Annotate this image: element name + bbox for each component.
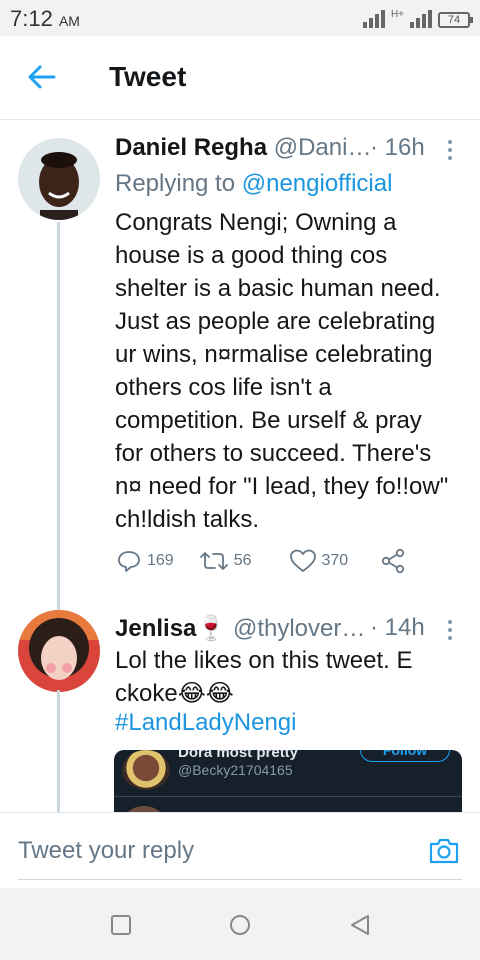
tweet-text: Lol the likes on this tweet. E ckoke😂😂 [115, 647, 413, 707]
avatar[interactable] [18, 138, 100, 220]
more-vertical-icon[interactable] [446, 140, 454, 162]
triangle-back-icon[interactable] [349, 914, 371, 936]
reply-icon [118, 551, 140, 572]
mention-link[interactable]: @nengiofficial [242, 170, 393, 197]
like-button[interactable]: 370 [289, 549, 348, 573]
embed-divider [114, 796, 462, 797]
wine-emoji: 🍷 [196, 615, 227, 642]
tweet-header: Daniel Regha @Dani… [115, 134, 371, 162]
avatar-photo [18, 138, 100, 220]
share-icon [382, 548, 405, 574]
tweet-time: · 16h [370, 134, 425, 161]
system-nav-bar [0, 888, 480, 960]
embed-handle: @Becky21704165 [178, 762, 293, 778]
reply-bar [0, 812, 480, 888]
avatar-photo [18, 610, 100, 692]
user-handle[interactable]: @Dani… [274, 134, 372, 161]
tweet-text: Congrats Nengi; Owning a house is a good… [115, 209, 449, 533]
circle-icon[interactable] [229, 914, 251, 936]
more-vertical-icon[interactable] [446, 620, 454, 642]
camera-icon[interactable] [428, 837, 460, 865]
network-type: H+ [390, 9, 404, 20]
embed-name: Dora most pretty [178, 750, 299, 761]
embedded-image[interactable]: Dora most pretty @Becky21704165 Follow [114, 750, 462, 816]
square-icon[interactable] [110, 914, 132, 936]
hashtag-link[interactable]: #LandLadyNengi [115, 709, 297, 737]
tweet-actions: 169 56 370 [117, 548, 438, 574]
battery-icon: 74 [438, 12, 473, 28]
reply-input[interactable] [18, 837, 418, 865]
user-handle[interactable]: @thylover… [233, 615, 365, 642]
display-name[interactable]: Daniel Regha [115, 134, 267, 161]
signal-icon-2 [410, 10, 432, 28]
status-time: 7:12 AM [10, 6, 80, 31]
embed-follow-button: Follow [360, 750, 450, 762]
heart-icon [289, 549, 316, 572]
display-name[interactable]: Jenlisa [115, 615, 196, 642]
arrow-left-icon[interactable] [26, 64, 56, 90]
thread-line [57, 690, 60, 815]
tweet-header: Jenlisa🍷 @thylover… [115, 614, 365, 643]
embed-avatar [122, 750, 170, 790]
tweet-time: · 14h [370, 614, 425, 641]
page-title: Tweet [109, 61, 187, 92]
avatar[interactable] [18, 610, 100, 692]
status-icons: H+ 74 [362, 8, 473, 28]
reply-underline [18, 879, 462, 880]
replying-to: Replying to @nengiofficial [115, 170, 393, 197]
retweet-button[interactable]: 56 [199, 550, 252, 572]
top-app-bar: Tweet [0, 36, 480, 120]
share-button[interactable] [380, 548, 412, 574]
retweet-icon [199, 552, 228, 570]
signal-icon [362, 10, 385, 28]
reply-button[interactable]: 169 [117, 549, 174, 573]
thread-line [57, 222, 60, 610]
status-bar: 7:12 AM H+ 74 [0, 0, 480, 36]
